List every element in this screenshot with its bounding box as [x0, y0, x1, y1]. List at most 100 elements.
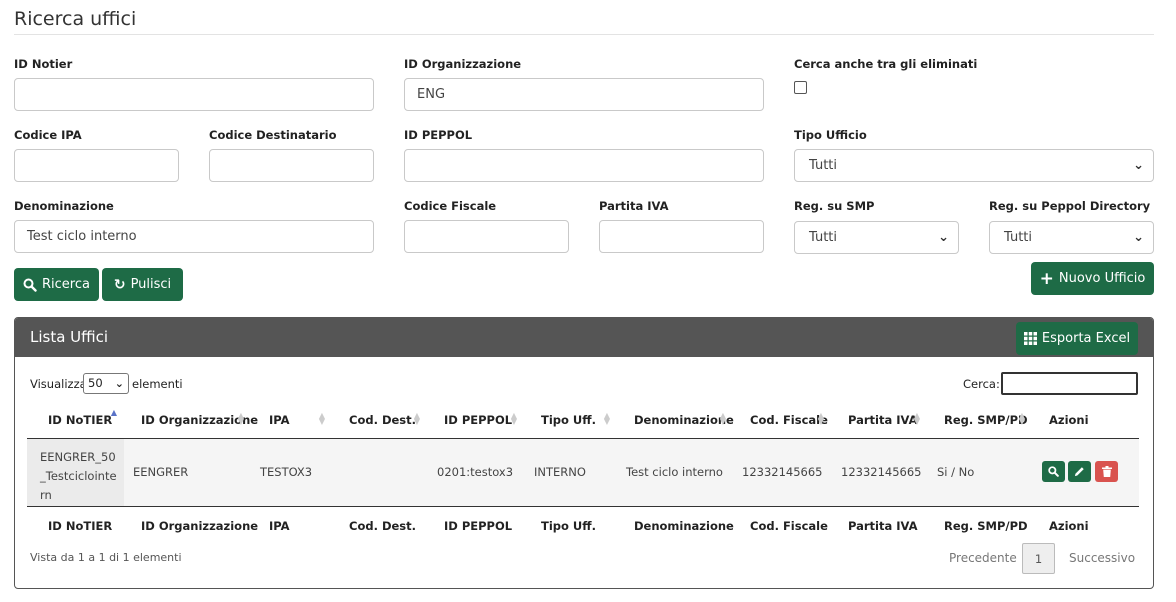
- id-organizzazione-input[interactable]: ENG: [404, 78, 764, 111]
- length-prefix: Visualizza: [30, 377, 87, 391]
- pulisci-button-label: Pulisci: [130, 277, 172, 292]
- lista-uffici-panel: Lista Uffici Esporta Excel Visualizza 50…: [14, 317, 1154, 589]
- trash-icon: [1101, 466, 1112, 477]
- nuovo-ufficio-button-label: Nuovo Ufficio: [1058, 271, 1146, 286]
- ricerca-button[interactable]: Ricerca: [14, 268, 99, 301]
- denominazione-label: Denominazione: [14, 199, 114, 213]
- refresh-icon: ↻: [113, 276, 126, 293]
- delete-button[interactable]: [1095, 461, 1118, 482]
- tf-partita-iva: Partita IVA: [848, 519, 918, 533]
- chevron-down-icon: ⌄: [1133, 158, 1144, 173]
- cell-id-notier-line: EENGRER_50: [40, 450, 116, 464]
- codice-ipa-input[interactable]: [14, 149, 179, 182]
- table-search-input[interactable]: [1001, 372, 1138, 395]
- page-length-select[interactable]: 50 ⌄: [83, 373, 129, 394]
- reg-smp-select[interactable]: Tutti ⌄: [794, 221, 959, 254]
- cell-cod-fiscale: 12332145665: [742, 465, 823, 479]
- th-id-peppol[interactable]: ID PEPPOL: [444, 413, 512, 427]
- pagination-next[interactable]: Successivo: [1069, 551, 1135, 565]
- chevron-down-icon: ⌄: [1133, 230, 1144, 245]
- panel-title: Lista Uffici: [30, 328, 109, 346]
- tipo-ufficio-select[interactable]: Tutti ⌄: [794, 149, 1154, 182]
- sort-icon: ▲ ▼: [603, 411, 611, 426]
- cell-id-notier: EENGRER_50 _Testciclointe rn: [40, 448, 117, 505]
- id-notier-input[interactable]: [14, 78, 374, 111]
- sort-asc-icon: ▲: [110, 408, 118, 417]
- chevron-down-icon: ⌄: [114, 377, 124, 390]
- cell-tipo-uff: INTERNO: [534, 465, 586, 479]
- cell-partita-iva: 12332145665: [841, 465, 922, 479]
- plus-icon: +: [1039, 268, 1054, 289]
- edit-button[interactable]: [1068, 461, 1091, 482]
- view-button[interactable]: [1042, 461, 1065, 482]
- th-partita-iva[interactable]: Partita IVA: [848, 413, 918, 427]
- id-notier-label: ID Notier: [14, 57, 73, 71]
- reg-peppol-directory-select[interactable]: Tutti ⌄: [989, 221, 1154, 254]
- tf-denominazione: Denominazione: [634, 519, 734, 533]
- panel-header: Lista Uffici Esporta Excel: [15, 318, 1153, 357]
- tf-id-notier: ID NoTIER: [48, 519, 113, 533]
- pagination-prev[interactable]: Precedente: [949, 551, 1017, 565]
- th-azioni: Azioni: [1049, 413, 1089, 427]
- codice-ipa-label: Codice IPA: [14, 128, 82, 142]
- nuovo-ufficio-button[interactable]: + Nuovo Ufficio: [1031, 262, 1154, 295]
- page-title: Ricerca uffici: [14, 8, 137, 30]
- reg-peppol-directory-value: Tutti: [1004, 230, 1033, 245]
- cell-id-organizzazione: EENGRER: [133, 465, 189, 479]
- tipo-ufficio-value: Tutti: [809, 158, 838, 173]
- codice-fiscale-label: Codice Fiscale: [404, 199, 497, 213]
- cell-denominazione: Test ciclo interno: [626, 465, 723, 479]
- id-peppol-input[interactable]: [404, 149, 764, 182]
- cell-ipa: TESTOX3: [260, 465, 313, 479]
- partita-iva-input[interactable]: [599, 220, 764, 253]
- sort-icon: ▲ ▼: [913, 411, 921, 426]
- tf-cod-dest: Cod. Dest.: [349, 519, 417, 533]
- cell-id-notier-line: _Testciclointe: [40, 469, 117, 483]
- tf-azioni: Azioni: [1049, 519, 1089, 533]
- codice-fiscale-input[interactable]: [404, 220, 569, 253]
- sort-icon: ▲ ▼: [719, 411, 727, 426]
- id-peppol-label: ID PEPPOL: [404, 128, 473, 142]
- tf-tipo-uff: Tipo Uff.: [541, 519, 596, 533]
- sort-icon: ▲ ▼: [817, 411, 825, 426]
- search-icon: [1048, 466, 1059, 477]
- page-length-value: 50: [88, 376, 103, 390]
- pulisci-button[interactable]: ↻ Pulisci: [102, 268, 183, 301]
- reg-peppol-directory-label: Reg. su Peppol Directory: [989, 199, 1151, 213]
- tf-cod-fiscale: Cod. Fiscale: [750, 519, 828, 533]
- tipo-ufficio-label: Tipo Ufficio: [794, 128, 867, 142]
- denominazione-input[interactable]: Test ciclo interno: [14, 220, 374, 253]
- ricerca-button-label: Ricerca: [42, 277, 90, 292]
- partita-iva-label: Partita IVA: [599, 199, 669, 213]
- th-ipa[interactable]: IPA: [269, 413, 290, 427]
- chevron-down-icon: ⌄: [938, 230, 949, 245]
- tf-id-peppol: ID PEPPOL: [444, 519, 513, 533]
- cell-id-peppol: 0201:testox3: [437, 465, 514, 479]
- th-id-notier[interactable]: ID NoTIER: [48, 413, 112, 427]
- th-cod-dest[interactable]: Cod. Dest.: [349, 413, 416, 427]
- table-search-label: Cerca:: [963, 377, 1000, 391]
- tf-reg-smp-pd: Reg. SMP/PD: [944, 519, 1028, 533]
- codice-destinatario-input[interactable]: [209, 149, 374, 182]
- title-divider: [14, 34, 1154, 35]
- cell-reg-smp-pd: Si / No: [937, 465, 975, 479]
- cerca-eliminati-label: Cerca anche tra gli eliminati: [794, 57, 978, 71]
- length-suffix: elementi: [132, 377, 183, 391]
- sort-icon: ▲ ▼: [510, 411, 518, 426]
- tf-id-organizzazione: ID Organizzazione: [141, 519, 259, 533]
- th-tipo-uff[interactable]: Tipo Uff.: [541, 413, 596, 427]
- esporta-excel-button[interactable]: Esporta Excel: [1016, 322, 1138, 355]
- table-info: Vista da 1 a 1 di 1 elementi: [30, 551, 182, 564]
- codice-destinatario-label: Codice Destinatario: [209, 128, 337, 142]
- sort-icon: ▲ ▼: [318, 411, 326, 426]
- cerca-eliminati-checkbox[interactable]: [794, 81, 807, 94]
- sort-icon: ▲ ▼: [413, 411, 421, 426]
- footer-divider: [27, 506, 1139, 507]
- reg-smp-label: Reg. su SMP: [794, 199, 875, 213]
- search-icon: [23, 278, 37, 292]
- tf-ipa: IPA: [269, 519, 290, 533]
- th-reg-smp-pd[interactable]: Reg. SMP/PD: [944, 413, 1028, 427]
- pagination-current[interactable]: 1: [1022, 543, 1055, 574]
- cell-id-notier-line: rn: [40, 488, 52, 502]
- reg-smp-value: Tutti: [809, 230, 838, 245]
